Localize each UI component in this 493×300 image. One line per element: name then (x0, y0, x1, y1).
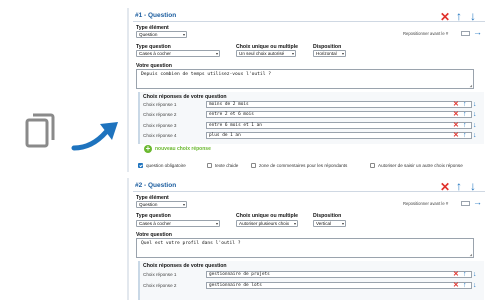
disposition-label: Disposition (313, 213, 342, 219)
add-choice-button[interactable]: nouveau choix réponse (155, 146, 211, 152)
choice-input[interactable]: entre 6 mois et 1 an (206, 122, 472, 129)
choice-label: Choix réponse 2 (143, 112, 177, 117)
move-up-icon[interactable]: ↑ (463, 111, 467, 118)
delete-choice-icon[interactable]: ✕ (453, 282, 459, 289)
choice-label: Choix réponse 1 (143, 102, 177, 107)
choice-input[interactable]: moins de 2 mois (206, 101, 472, 108)
question-textarea[interactable]: Quel est votre profil dans l'outil ? ◢ (136, 238, 474, 258)
delete-question-icon[interactable]: ✕ (440, 181, 450, 193)
add-choice-icon[interactable]: + (144, 145, 152, 153)
divider (133, 191, 485, 192)
required-checkbox[interactable] (138, 163, 143, 168)
move-down-icon[interactable]: ↓ (473, 122, 477, 129)
move-up-icon[interactable]: ↑ (456, 10, 462, 22)
reposition-input[interactable] (461, 31, 470, 36)
reposition-go-icon[interactable]: → (473, 198, 482, 207)
choice-input[interactable]: gestionnaire de projets (206, 271, 472, 278)
reposition-go-icon[interactable]: → (473, 28, 482, 37)
choice-mode-select[interactable]: Un seul choix autorisé ▾ (236, 50, 296, 57)
move-up-icon[interactable]: ↑ (463, 101, 467, 108)
move-down-icon[interactable]: ↓ (473, 282, 477, 289)
choice-row: Choix réponse 2 gestionnaire de lots ✕ ↑… (143, 282, 483, 290)
choice-input[interactable]: entre 2 et 6 mois (206, 111, 472, 118)
required-label: question obligatoire (146, 163, 186, 168)
move-down-icon[interactable]: ↓ (470, 180, 476, 192)
choice-label: Choix réponse 3 (143, 123, 177, 128)
disposition-select[interactable]: Vertical ▾ (313, 220, 346, 227)
move-down-icon[interactable]: ↓ (473, 271, 477, 278)
move-down-icon[interactable]: ↓ (470, 10, 476, 22)
reposition-label: Repositionner avant le # (403, 31, 449, 36)
reposition-input[interactable] (461, 201, 470, 206)
choice-row: Choix réponse 4 plus de 1 an ✕ ↑ ↓ (143, 132, 483, 140)
question-title: #1 - Question (135, 12, 177, 19)
choice-mode-select[interactable]: Autoriser plusieurs choix ▾ (236, 220, 298, 227)
move-down-icon[interactable]: ↓ (473, 111, 477, 118)
choices-title: Choix réponses de votre question (143, 263, 227, 269)
other-choice-label: Autoriser de saisir un autre choix répon… (378, 163, 463, 168)
comments-label: zone de commentaires pour les répondants (259, 163, 348, 168)
type-question-label: Type question (136, 213, 171, 219)
type-question-select[interactable]: Cases à cocher ▾ (136, 220, 220, 227)
divider (133, 21, 485, 22)
move-up-icon[interactable]: ↑ (456, 180, 462, 192)
disposition-select[interactable]: Horizontal ▾ (313, 50, 346, 57)
choices-title: Choix réponses de votre question (143, 94, 227, 100)
other-choice-checkbox[interactable] (370, 163, 375, 168)
move-up-icon[interactable]: ↑ (463, 282, 467, 289)
delete-choice-icon[interactable]: ✕ (453, 101, 459, 108)
choice-mode-label: Choix unique ou multiple (236, 213, 298, 219)
type-element-select[interactable]: Question ▾ (136, 31, 187, 38)
help-text-checkbox[interactable] (207, 163, 212, 168)
delete-choice-icon[interactable]: ✕ (453, 122, 459, 129)
move-up-icon[interactable]: ↑ (463, 122, 467, 129)
choice-row: Choix réponse 3 entre 6 mois et 1 an ✕ ↑… (143, 122, 483, 130)
choice-label: Choix réponse 1 (143, 272, 177, 277)
question-textarea[interactable]: Depuis combien de temps utilisez-vous l'… (136, 69, 474, 89)
delete-choice-icon[interactable]: ✕ (453, 132, 459, 139)
delete-question-icon[interactable]: ✕ (440, 11, 450, 23)
question-title: #2 - Question (135, 182, 177, 189)
type-question-select[interactable]: Cases à cocher ▾ (136, 50, 220, 57)
type-element-select[interactable]: Question ▾ (136, 201, 187, 208)
copy-icon (25, 113, 55, 148)
delete-choice-icon[interactable]: ✕ (453, 271, 459, 278)
help-text-label: texte d'aide (215, 163, 239, 168)
delete-choice-icon[interactable]: ✕ (453, 111, 459, 118)
choice-label: Choix réponse 4 (143, 133, 177, 138)
comments-checkbox[interactable] (251, 163, 256, 168)
choice-input[interactable]: plus de 1 an (206, 132, 472, 139)
move-up-icon[interactable]: ↑ (463, 132, 467, 139)
choice-input[interactable]: gestionnaire de lots (206, 282, 472, 289)
choice-row: Choix réponse 1 moins de 2 mois ✕ ↑ ↓ (143, 101, 483, 109)
choice-label: Choix réponse 2 (143, 283, 177, 288)
move-down-icon[interactable]: ↓ (473, 101, 477, 108)
reposition-label: Repositionner avant le # (403, 201, 449, 206)
curved-arrow-icon (71, 122, 118, 151)
move-up-icon[interactable]: ↑ (463, 271, 467, 278)
choice-row: Choix réponse 1 gestionnaire de projets … (143, 271, 483, 279)
move-down-icon[interactable]: ↓ (473, 132, 477, 139)
choice-row: Choix réponse 2 entre 2 et 6 mois ✕ ↑ ↓ (143, 111, 483, 119)
